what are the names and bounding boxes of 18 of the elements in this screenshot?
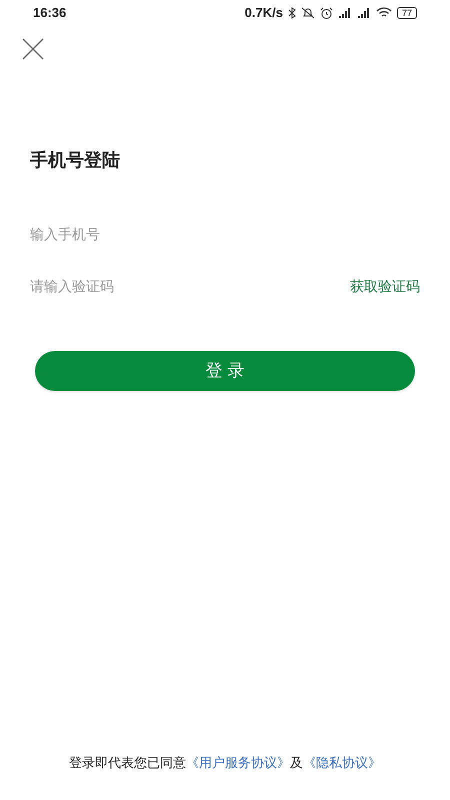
- signal-icon: [338, 7, 352, 19]
- bell-off-icon: [300, 7, 315, 19]
- close-button[interactable]: [20, 36, 46, 62]
- service-agreement-link[interactable]: 《用户服务协议》: [186, 754, 290, 770]
- code-input-field[interactable]: 请输入验证码: [30, 271, 230, 301]
- agreement-text: 登录即代表您已同意《用户服务协议》及《隐私协议》: [69, 754, 381, 772]
- wifi-icon: [376, 7, 392, 19]
- privacy-agreement-link[interactable]: 《隐私协议》: [303, 754, 381, 770]
- battery-icon: 77: [396, 7, 417, 19]
- network-speed: 0.7K/s: [244, 4, 283, 22]
- page-title: 手机号登陆: [30, 149, 120, 172]
- alarm-icon: [320, 6, 333, 20]
- phone-input-field[interactable]: 输入手机号: [30, 219, 420, 249]
- get-code-link[interactable]: 获取验证码: [350, 276, 420, 296]
- login-button[interactable]: 登 录: [35, 351, 415, 391]
- bluetooth-icon: [288, 7, 296, 19]
- signal-icon: [356, 7, 371, 19]
- status-time: 16:36: [33, 4, 66, 22]
